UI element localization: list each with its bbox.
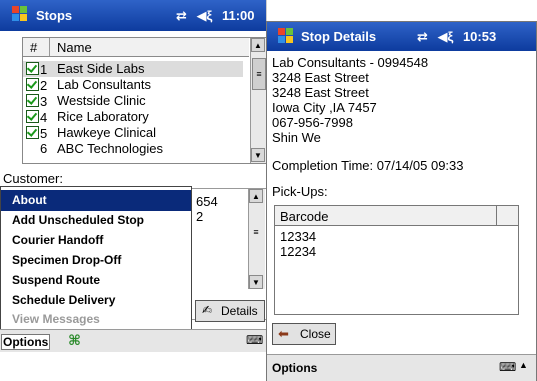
table-row[interactable]: 3 Westside Clinic xyxy=(23,93,243,109)
connectivity-icon[interactable]: ⇄ xyxy=(176,8,187,24)
row-number: 2 xyxy=(40,78,48,93)
status-area: ⇄ ◀ξ 10:53 xyxy=(417,29,496,45)
options-menu-button[interactable]: Options xyxy=(1,334,51,350)
check-icon xyxy=(26,94,39,107)
scroll-thumb[interactable]: ≡ xyxy=(250,219,262,245)
row-number: 5 xyxy=(40,126,48,141)
address-line-2: 3248 East Street xyxy=(272,85,369,100)
row-name: Hawkeye Clinical xyxy=(57,125,156,140)
windows-start-icon[interactable] xyxy=(278,28,295,45)
scroll-up-icon[interactable]: ▲ xyxy=(251,38,265,52)
row-number: 3 xyxy=(40,94,48,109)
row-number: 6 xyxy=(40,141,48,156)
keyboard-icon[interactable]: ⌨ xyxy=(499,360,516,374)
scroll-down-icon[interactable]: ▼ xyxy=(249,275,263,289)
table-row[interactable]: 4 Rice Laboratory xyxy=(23,109,243,125)
row-name: Lab Consultants xyxy=(57,77,151,92)
city-state: Iowa City ,IA 7457 xyxy=(272,100,377,115)
customer-value: 654 xyxy=(196,194,218,209)
customer-value: 2 xyxy=(196,209,204,224)
pen-icon: ✍ xyxy=(202,303,213,317)
clock[interactable]: 11:00 xyxy=(222,8,255,23)
pickups-list: Barcode 12334 12234 xyxy=(274,205,519,315)
stops-title-bar: Stops ⇄ ◀ξ 11:00 xyxy=(0,0,266,31)
options-menu-button[interactable]: Options xyxy=(272,361,317,375)
stop-name: Lab Consultants - 0994548 xyxy=(272,55,429,70)
contact-name: Shin We xyxy=(272,130,321,145)
grid-rows: 1 East Side Labs 2 Lab Consultants 3 Wes… xyxy=(23,58,249,163)
stops-window: Stops ⇄ ◀ξ 11:00 # Name 1 East Side Labs… xyxy=(0,0,267,381)
scroll-down-icon[interactable]: ▼ xyxy=(251,148,265,162)
menu-item-view-messages: View Messages xyxy=(12,312,100,326)
address-line-1: 3248 East Street xyxy=(272,70,369,85)
details-title-bar: Stop Details ⇄ ◀ξ 10:53 xyxy=(267,22,536,51)
menu-item-about[interactable]: About xyxy=(1,190,191,211)
input-menu-arrow-icon[interactable]: ▲ xyxy=(519,360,528,370)
volume-icon[interactable]: ◀ξ xyxy=(197,8,213,24)
scroll-thumb[interactable]: ≡ xyxy=(252,58,266,90)
details-command-bar: Options ⌨ ▲ xyxy=(267,354,536,381)
row-number: 1 xyxy=(40,62,48,77)
menu-item-specimen-drop-off[interactable]: Specimen Drop-Off xyxy=(1,250,191,271)
barcode-column-header[interactable]: Barcode xyxy=(280,209,328,224)
row-name: East Side Labs xyxy=(57,61,145,76)
stops-grid: # Name 1 East Side Labs 2 Lab Consultant… xyxy=(22,37,267,164)
grid-header: # Name xyxy=(23,38,249,57)
table-row[interactable]: 6 ABC Technologies xyxy=(23,141,243,157)
check-icon xyxy=(26,126,39,139)
windows-start-icon[interactable] xyxy=(12,6,29,23)
check-icon xyxy=(26,110,39,123)
row-name: ABC Technologies xyxy=(57,141,163,156)
options-menu: About Add Unscheduled Stop Courier Hando… xyxy=(0,186,192,331)
close-button-label: Close xyxy=(300,327,331,341)
row-name: Westside Clinic xyxy=(57,93,146,108)
volume-icon[interactable]: ◀ξ xyxy=(438,29,454,45)
clock[interactable]: 10:53 xyxy=(463,29,496,44)
grid-tool-icon[interactable]: ⌘ xyxy=(68,332,81,349)
table-row[interactable]: 5 Hawkeye Clinical xyxy=(23,125,243,141)
check-icon xyxy=(26,78,39,91)
stop-details-window: Stop Details ⇄ ◀ξ 10:53 Lab Consultants … xyxy=(266,21,537,381)
pickups-label: Pick-Ups: xyxy=(272,184,328,199)
stops-title: Stops xyxy=(36,8,73,23)
barcode-header: Barcode xyxy=(275,206,518,226)
list-item[interactable]: 12234 xyxy=(280,244,316,260)
customer-label: Customer: xyxy=(3,171,63,186)
status-area: ⇄ ◀ξ 11:00 xyxy=(176,8,255,24)
details-button[interactable]: ✍ Details xyxy=(195,300,265,322)
col-hash-header[interactable]: # xyxy=(30,40,37,55)
values-scrollbar[interactable]: ▲ ≡ ▼ xyxy=(248,189,265,289)
row-name: Rice Laboratory xyxy=(57,109,149,124)
close-button[interactable]: ⬅ Close xyxy=(272,323,336,345)
row-number: 4 xyxy=(40,110,48,125)
check-icon xyxy=(26,62,39,75)
header-divider xyxy=(49,38,50,56)
scroll-up-icon[interactable]: ▲ xyxy=(249,189,263,203)
phone: 067-956-7998 xyxy=(272,115,353,130)
menu-item-suspend-route[interactable]: Suspend Route xyxy=(1,270,191,291)
stops-command-bar: Options ⌘ ⌨ xyxy=(0,329,266,352)
menu-item-add-unscheduled-stop[interactable]: Add Unscheduled Stop xyxy=(1,210,191,231)
list-item[interactable]: 12334 xyxy=(280,229,316,245)
table-row[interactable]: 1 East Side Labs xyxy=(23,61,243,77)
menu-item-schedule-delivery[interactable]: Schedule Delivery xyxy=(1,290,191,311)
keyboard-icon[interactable]: ⌨ xyxy=(246,333,263,347)
details-title: Stop Details xyxy=(301,29,377,44)
details-button-label: Details xyxy=(221,304,258,318)
completion-time: Completion Time: 07/14/05 09:33 xyxy=(272,158,464,173)
table-row[interactable]: 2 Lab Consultants xyxy=(23,77,243,93)
grid-scrollbar[interactable]: ▲ ≡ ▼ xyxy=(250,38,266,163)
col-name-header[interactable]: Name xyxy=(57,40,92,55)
menu-item-courier-handoff[interactable]: Courier Handoff xyxy=(1,230,191,251)
header-divider xyxy=(496,206,497,225)
connectivity-icon[interactable]: ⇄ xyxy=(417,29,428,45)
exit-door-icon: ⬅ xyxy=(278,326,289,341)
